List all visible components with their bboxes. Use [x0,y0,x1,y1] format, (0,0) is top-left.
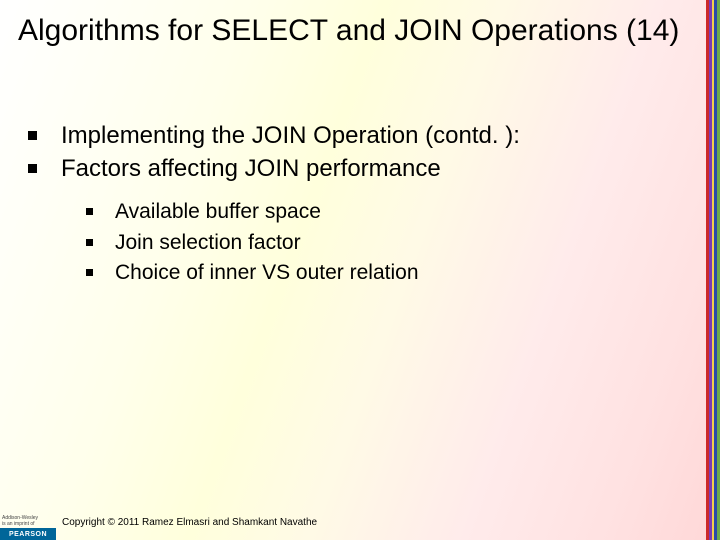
square-bullet-icon [86,208,93,215]
slide: Algorithms for SELECT and JOIN Operation… [0,0,720,540]
slide-title: Algorithms for SELECT and JOIN Operation… [18,14,680,48]
list-item-text: Implementing the JOIN Operation (contd. … [61,120,520,151]
list-item-text: Factors affecting JOIN performance [61,153,441,184]
list-item-text: Available buffer space [115,198,321,226]
logo-brand: PEARSON [0,528,56,540]
side-stripes [706,0,720,540]
list-item: Factors affecting JOIN performance [28,153,680,184]
list-item-text: Choice of inner VS outer relation [115,259,419,287]
square-bullet-icon [28,164,37,173]
square-bullet-icon [28,131,37,140]
square-bullet-icon [86,239,93,246]
list-item: Implementing the JOIN Operation (contd. … [28,120,680,151]
copyright-text: Copyright © 2011 Ramez Elmasri and Shamk… [62,517,317,530]
list-item: Available buffer space [86,198,680,226]
bullet-list-level1: Implementing the JOIN Operation (contd. … [28,120,680,184]
list-item-text: Join selection factor [115,229,301,257]
bullet-list-level2: Available buffer space Join selection fa… [86,198,680,287]
slide-body: Implementing the JOIN Operation (contd. … [28,120,680,289]
footer: Addison-Wesley is an imprint of PEARSON … [0,506,720,540]
list-item: Join selection factor [86,229,680,257]
publisher-logo: Addison-Wesley is an imprint of PEARSON [0,506,56,540]
square-bullet-icon [86,269,93,276]
list-item: Choice of inner VS outer relation [86,259,680,287]
